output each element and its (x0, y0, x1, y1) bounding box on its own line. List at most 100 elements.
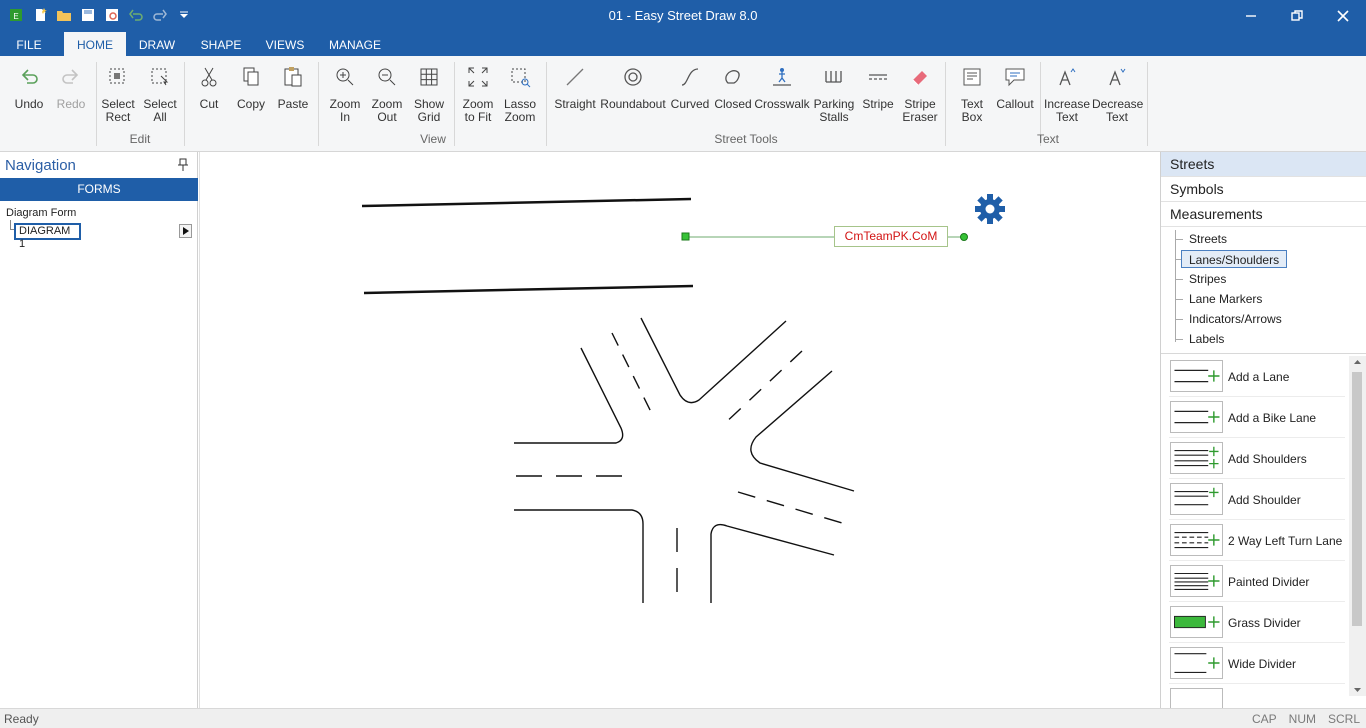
tool-add-lane[interactable]: Add a Lane (1169, 356, 1345, 397)
tool-partial[interactable] (1169, 684, 1345, 708)
crosswalk-button[interactable]: Crosswalk (754, 64, 810, 111)
ribbon: Undo Redo Select Rect Select All Edit Cu… (0, 56, 1366, 152)
window-controls (1228, 0, 1366, 32)
parking-stalls-button[interactable]: Parking Stalls (810, 64, 858, 124)
navigation-title: Navigation (5, 157, 76, 174)
tab-home[interactable]: HOME (64, 32, 126, 56)
redo-button[interactable]: Redo (50, 64, 92, 111)
navigation-panel: Navigation FORMS Diagram Form DIAGRAM 1 (0, 152, 198, 708)
undo-button[interactable]: Undo (8, 64, 50, 111)
tab-draw[interactable]: DRAW (132, 32, 182, 56)
text-box-button[interactable]: Text Box (952, 64, 992, 124)
select-rect-button[interactable]: Select Rect (98, 64, 138, 124)
category-streets[interactable]: Streets (1161, 152, 1366, 177)
tab-shape[interactable]: SHAPE (194, 32, 248, 56)
street-diagram[interactable] (200, 152, 1161, 708)
category-symbols[interactable]: Symbols (1161, 177, 1366, 202)
subcategory-lanes-shoulders[interactable]: Lanes/Shoulders (1181, 250, 1288, 268)
tab-file[interactable]: FILE (8, 32, 50, 56)
group-view-label: View (420, 132, 446, 146)
ribbon-separator (318, 62, 319, 146)
scissors-icon (201, 67, 217, 87)
zoom-in-icon (336, 68, 354, 86)
tab-views[interactable]: VIEWS (260, 32, 310, 56)
subtree-tick (1175, 299, 1183, 300)
copy-button[interactable]: Copy (230, 64, 272, 111)
tool-list-scrollbar[interactable] (1349, 356, 1366, 696)
callout-button[interactable]: Callout (994, 64, 1036, 111)
straight-button[interactable]: Straight (550, 64, 600, 111)
tool-label: Grass Divider (1228, 615, 1301, 630)
diagram-form-label: Diagram Form (6, 207, 77, 219)
tool-add-bike-lane[interactable]: Add a Bike Lane (1169, 397, 1345, 438)
closed-shape-icon (725, 70, 740, 84)
drawing-canvas[interactable]: CmTeamPK.CoM (199, 152, 1160, 708)
add-shoulders-icon (1170, 442, 1223, 474)
decrease-text-icon (1109, 68, 1126, 86)
redo-icon (62, 69, 79, 84)
zoom-to-fit-button[interactable]: Zoom to Fit (456, 64, 500, 124)
gear-icon[interactable] (975, 194, 1005, 224)
tab-manage[interactable]: MANAGE (322, 32, 388, 56)
decrease-text-button[interactable]: Decrease Text (1092, 64, 1143, 124)
tool-label: Add Shoulder (1228, 492, 1301, 507)
lasso-zoom-button[interactable]: Lasso Zoom (498, 64, 542, 124)
curved-line-icon (681, 68, 699, 86)
tool-grass-divider[interactable]: Grass Divider (1169, 602, 1345, 643)
subcategory-indicators-arrows[interactable]: Indicators/Arrows (1189, 310, 1282, 328)
restore-icon[interactable] (1274, 0, 1320, 32)
roundabout-button[interactable]: Roundabout (598, 64, 668, 111)
selection-handle-start (681, 232, 690, 241)
add-shoulder-icon (1170, 483, 1223, 515)
close-icon[interactable] (1320, 0, 1366, 32)
ribbon-separator (184, 62, 185, 146)
scrollbar-thumb[interactable] (1352, 372, 1362, 626)
pin-icon[interactable] (177, 158, 189, 172)
increase-text-icon (1059, 68, 1076, 86)
paste-button[interactable]: Paste (272, 64, 314, 111)
tool-painted-divider[interactable]: Painted Divider (1169, 561, 1345, 602)
subcategory-stripes[interactable]: Stripes (1189, 270, 1226, 288)
parking-stalls-icon (825, 71, 842, 83)
zoom-in-button[interactable]: Zoom In (324, 64, 366, 124)
road-edge-top (361, 197, 692, 208)
straight-line-icon (566, 68, 584, 86)
scroll-up-icon[interactable] (1349, 356, 1366, 368)
status-bar: Ready CAP NUM SCRL (0, 708, 1366, 728)
select-all-button[interactable]: Select All (140, 64, 180, 124)
zoom-out-button[interactable]: Zoom Out (366, 64, 408, 124)
ribbon-separator (96, 62, 97, 146)
scroll-down-icon[interactable] (1349, 684, 1366, 696)
subcategory-labels[interactable]: Labels (1189, 330, 1224, 348)
select-rect-icon (109, 68, 125, 84)
minimize-icon[interactable] (1228, 0, 1274, 32)
expand-arrow-icon[interactable] (179, 224, 192, 238)
diagram-item[interactable]: DIAGRAM 1 (14, 223, 81, 250)
curved-button[interactable]: Curved (668, 64, 712, 111)
zoom-out-icon (378, 68, 396, 86)
forms-header[interactable]: FORMS (0, 178, 198, 201)
wide-divider-icon (1170, 647, 1223, 679)
ribbon-separator (546, 62, 547, 146)
show-grid-button[interactable]: Show Grid (408, 64, 450, 124)
tool-add-shoulders[interactable]: Add Shoulders (1169, 438, 1345, 479)
subcategory-streets[interactable]: Streets (1189, 230, 1227, 248)
tool-add-shoulder[interactable]: Add Shoulder (1169, 479, 1345, 520)
stripe-eraser-button[interactable]: Stripe Eraser (898, 64, 942, 124)
closed-button[interactable]: Closed (712, 64, 754, 111)
ribbon-separator (945, 62, 946, 146)
ribbon-separator (1147, 62, 1148, 146)
category-measurements[interactable]: Measurements (1161, 202, 1366, 227)
window-title: 01 - Easy Street Draw 8.0 (608, 8, 758, 23)
tool-list: Add a Lane Add a Bike Lane Add Shoulders… (1161, 356, 1351, 708)
crosswalk-icon (773, 68, 791, 86)
watermark-label[interactable]: CmTeamPK.CoM (834, 226, 948, 247)
panel-divider (1161, 353, 1366, 354)
cut-button[interactable]: Cut (190, 64, 228, 111)
tool-two-way-left-turn-lane[interactable]: 2 Way Left Turn Lane (1169, 520, 1345, 561)
stripe-button[interactable]: Stripe (858, 64, 898, 111)
increase-text-button[interactable]: Increase Text (1042, 64, 1092, 124)
tool-label: Add Shoulders (1228, 451, 1307, 466)
tool-wide-divider[interactable]: Wide Divider (1169, 643, 1345, 684)
subcategory-lane-markers[interactable]: Lane Markers (1189, 290, 1262, 308)
